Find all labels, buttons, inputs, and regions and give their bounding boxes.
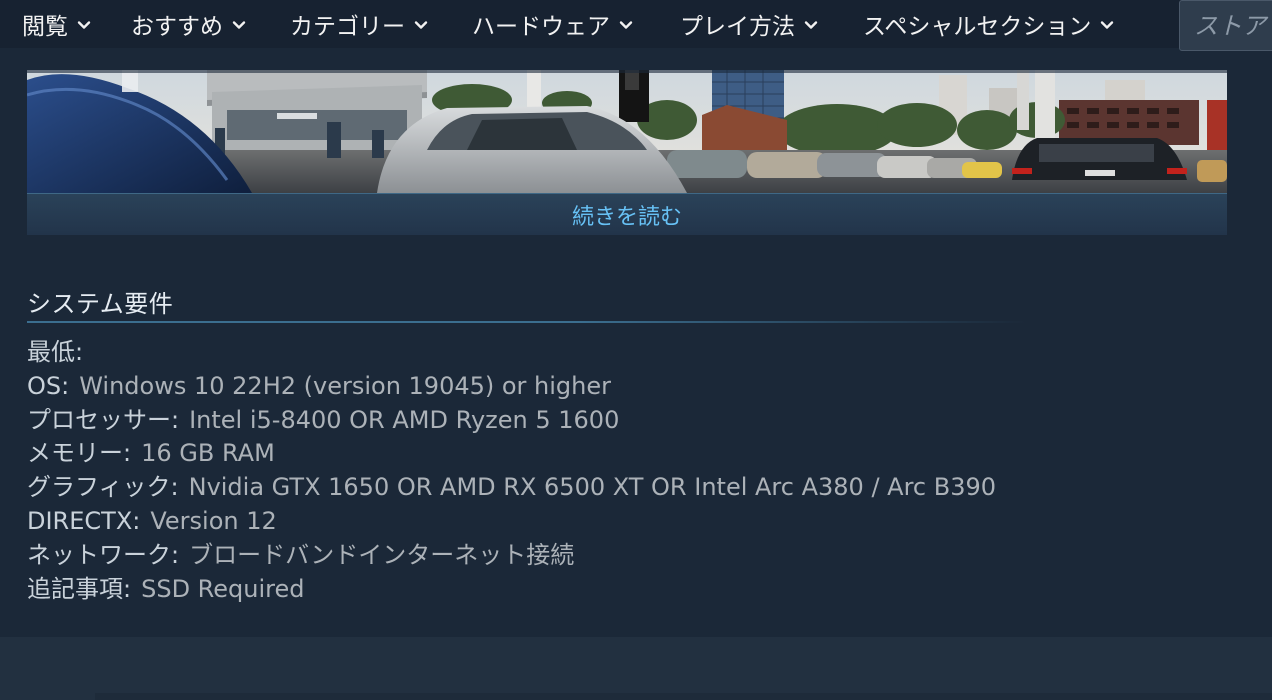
requirement-row-additional-notes: 追記事項: SSD Required (27, 573, 996, 607)
requirement-row-memory: メモリー: 16 GB RAM (27, 437, 996, 471)
chevron-down-icon (803, 17, 819, 33)
next-section-band (0, 637, 1272, 700)
chevron-down-icon (231, 17, 247, 33)
requirement-label: OS: (27, 371, 70, 400)
nav-recommended-label: おすすめ (131, 14, 223, 40)
chevron-down-icon (76, 17, 92, 33)
store-search-box[interactable] (1179, 0, 1272, 51)
requirement-label: ネットワーク: (27, 540, 180, 569)
nav-hardware[interactable]: ハードウェア (472, 0, 634, 48)
read-more-link[interactable]: 続きを読む (27, 193, 1227, 235)
nav-browse[interactable]: 閲覧 (22, 0, 92, 48)
requirement-row-graphics: グラフィック: Nvidia GTX 1650 OR AMD RX 6500 XT… (27, 471, 996, 505)
nav-categories[interactable]: カテゴリー (290, 0, 429, 48)
nav-categories-label: カテゴリー (290, 14, 405, 40)
chevron-down-icon (1099, 17, 1115, 33)
next-section-panel-edge (95, 693, 1272, 700)
minimum-requirements-label: 最低: (27, 336, 996, 370)
section-divider (27, 321, 1027, 323)
nav-browse-label: 閲覧 (22, 14, 68, 40)
requirement-label: プロセッサー: (27, 405, 180, 434)
requirement-value: SSD Required (141, 574, 305, 603)
requirement-label: DIRECTX: (27, 506, 141, 535)
system-requirements-list: 最低: OS: Windows 10 22H2 (version 19045) o… (27, 336, 996, 606)
requirement-value: Intel i5-8400 OR AMD Ryzen 5 1600 (189, 405, 620, 434)
requirement-row-directx: DIRECTX: Version 12 (27, 505, 996, 539)
requirement-value: ブロードバンドインターネット接続 (189, 540, 575, 569)
store-search-input[interactable] (1194, 11, 1272, 40)
minimum-label: 最低: (27, 338, 84, 366)
requirement-value: 16 GB RAM (141, 439, 275, 468)
nav-special-sections-label: スペシャルセクション (863, 14, 1092, 40)
chevron-down-icon (413, 17, 429, 33)
requirement-row-os: OS: Windows 10 22H2 (version 19045) or hi… (27, 370, 996, 404)
nav-hardware-label: ハードウェア (472, 14, 610, 40)
store-nav-bar: 閲覧 おすすめ カテゴリー ハードウェア プレイ方法 スペシャルセクション (0, 0, 1272, 51)
requirement-value: Windows 10 22H2 (version 19045) or highe… (79, 371, 612, 400)
requirement-label: 追記事項: (27, 574, 132, 603)
parking-lot-scene-image (27, 70, 1227, 193)
nav-special-sections[interactable]: スペシャルセクション (863, 0, 1115, 48)
nav-ways-to-play[interactable]: プレイ方法 (680, 0, 819, 48)
system-requirements-heading: システム要件 (27, 290, 174, 318)
nav-recommended[interactable]: おすすめ (131, 0, 247, 48)
game-description-banner-image (27, 70, 1227, 193)
requirement-label: メモリー: (27, 439, 132, 468)
read-more-label: 続きを読む (571, 204, 682, 230)
chevron-down-icon (618, 17, 634, 33)
nav-ways-to-play-label: プレイ方法 (680, 14, 795, 40)
requirement-row-processor: プロセッサー: Intel i5-8400 OR AMD Ryzen 5 1600 (27, 404, 996, 438)
requirement-label: グラフィック: (27, 473, 179, 502)
requirement-value: Nvidia GTX 1650 OR AMD RX 6500 XT OR Int… (188, 473, 997, 502)
requirement-row-network: ネットワーク: ブロードバンドインターネット接続 (27, 539, 996, 573)
requirement-value: Version 12 (150, 506, 277, 535)
